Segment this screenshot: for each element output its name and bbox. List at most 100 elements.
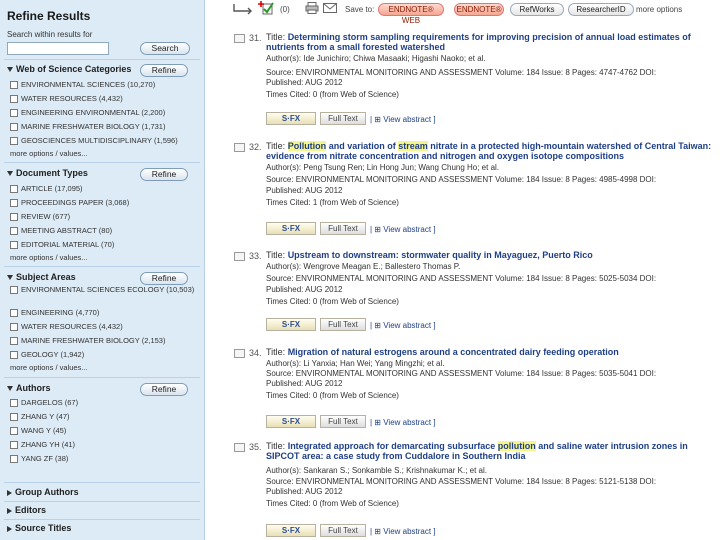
refworks-button[interactable]: RefWorks (510, 3, 564, 16)
section-header[interactable]: Source Titles (7, 523, 71, 533)
record-checkbox[interactable] (234, 252, 245, 261)
checkbox[interactable] (10, 323, 18, 332)
record-title[interactable]: Title: Upstream to downstream: stormwate… (266, 250, 720, 260)
record-times-cited: Times Cited: 1 (from Web of Science) (266, 198, 399, 207)
record-title[interactable]: Title: Integrated approach for demarcati… (266, 441, 720, 461)
filter-option[interactable]: EDITORIAL MATERIAL (70) (10, 240, 114, 250)
print-icon[interactable] (305, 2, 319, 17)
sfx-button[interactable]: S·FX (266, 112, 316, 125)
checkbox[interactable] (10, 227, 18, 236)
result-record: 33. Title: Upstream to downstream: storm… (232, 250, 720, 340)
checkbox[interactable] (10, 309, 18, 318)
checkbox[interactable] (10, 109, 18, 118)
record-title[interactable]: Title: Migration of natural estrogens ar… (266, 347, 720, 357)
checkbox[interactable] (10, 185, 18, 194)
filter-option[interactable]: GEOLOGY (1,942) (10, 350, 84, 360)
refine-button[interactable]: Refine (140, 272, 188, 285)
filter-option[interactable]: ZHANG YH (41) (10, 440, 75, 450)
checkbox[interactable] (10, 413, 18, 422)
full-text-button[interactable]: Full Text (320, 415, 366, 428)
full-text-button[interactable]: Full Text (320, 524, 366, 537)
endnote-button[interactable]: ENDNOTE® (454, 3, 504, 16)
divider (4, 162, 200, 163)
more-options-link[interactable]: more options / values... (10, 363, 88, 372)
search-button[interactable]: Search (140, 42, 190, 55)
sfx-button[interactable]: S·FX (266, 318, 316, 331)
email-icon[interactable] (323, 3, 337, 16)
select-arrow-icon[interactable] (232, 2, 254, 19)
filter-option[interactable]: ARTICLE (17,095) (10, 184, 83, 194)
filter-option[interactable]: ENGINEERING (4,770) (10, 308, 99, 318)
view-abstract-link[interactable]: | ⊞ View abstract ] (370, 527, 436, 536)
record-title[interactable]: Title: Pollution and variation of stream… (266, 141, 720, 161)
checkbox[interactable] (10, 427, 18, 436)
full-text-button[interactable]: Full Text (320, 222, 366, 235)
record-source: Source: ENVIRONMENTAL MONITORING AND ASS… (266, 68, 657, 77)
search-within-label: Search within results for (7, 30, 93, 39)
record-checkbox[interactable] (234, 349, 245, 358)
checkbox[interactable] (10, 351, 18, 360)
filter-option[interactable]: ENGINEERING ENVIRONMENTAL (2,200) (10, 108, 165, 118)
record-title[interactable]: Title: Determining storm sampling requir… (266, 32, 720, 52)
result-record: 35. Title: Integrated approach for demar… (232, 441, 720, 540)
full-text-button[interactable]: Full Text (320, 318, 366, 331)
checkbox[interactable] (10, 123, 18, 132)
more-options-link[interactable]: more options (636, 5, 682, 14)
filter-option[interactable]: YANG ZF (38) (10, 454, 68, 464)
section-header[interactable]: Group Authors (7, 487, 79, 497)
checkbox[interactable] (10, 81, 18, 90)
checkbox[interactable] (10, 337, 18, 346)
sfx-button[interactable]: S·FX (266, 415, 316, 428)
filter-option[interactable]: MARINE FRESHWATER BIOLOGY (1,731) (10, 122, 165, 132)
checkbox[interactable] (10, 241, 18, 250)
filter-option[interactable]: WANG Y (45) (10, 426, 66, 436)
checkbox[interactable] (10, 399, 18, 408)
filter-option[interactable]: MARINE FRESHWATER BIOLOGY (2,153) (10, 336, 165, 346)
filter-option[interactable]: DARGELOS (67) (10, 398, 78, 408)
sfx-button[interactable]: S·FX (266, 222, 316, 235)
record-checkbox[interactable] (234, 443, 245, 452)
filter-option[interactable]: ZHANG Y (47) (10, 412, 70, 422)
checkbox[interactable] (10, 441, 18, 450)
checkbox[interactable] (10, 286, 18, 295)
filter-option[interactable]: GEOSCIENCES MULTIDISCIPLINARY (1,596) (10, 136, 178, 146)
view-abstract-link[interactable]: | ⊞ View abstract ] (370, 321, 436, 330)
checkbox[interactable] (10, 455, 18, 464)
researcherid-button[interactable]: ResearcherID (568, 3, 634, 16)
search-within-input[interactable] (7, 42, 109, 55)
section-header[interactable]: Document Types (7, 168, 88, 178)
record-published: Published: AUG 2012 (266, 78, 343, 87)
checkbox[interactable] (10, 199, 18, 208)
filter-option[interactable]: WATER RESOURCES (4,432) (10, 94, 123, 104)
filter-option[interactable]: PROCEEDINGS PAPER (3,068) (10, 198, 129, 208)
record-checkbox[interactable] (234, 143, 245, 152)
refine-button[interactable]: Refine (140, 168, 188, 181)
filter-option[interactable]: MEETING ABSTRACT (80) (10, 226, 112, 236)
record-number: 33. (249, 251, 262, 261)
more-options-link[interactable]: more options / values... (10, 253, 88, 262)
divider (4, 482, 200, 483)
filter-option[interactable]: ENVIRONMENTAL SCIENCES (10,270) (10, 80, 155, 90)
checkbox[interactable] (10, 213, 18, 222)
endnote-web-button[interactable]: ENDNOTE® WEB (378, 3, 444, 25)
section-header[interactable]: Subject Areas (7, 272, 76, 282)
filter-option[interactable]: WATER RESOURCES (4,432) (10, 322, 123, 332)
full-text-button[interactable]: Full Text (320, 112, 366, 125)
refine-button[interactable]: Refine (140, 64, 188, 77)
view-abstract-link[interactable]: | ⊞ View abstract ] (370, 115, 436, 124)
checkbox[interactable] (10, 137, 18, 146)
section-header[interactable]: Web of Science Categories (7, 64, 131, 74)
view-abstract-link[interactable]: | ⊞ View abstract ] (370, 225, 436, 234)
section-header[interactable]: Editors (7, 505, 46, 515)
record-authors: Author(s): Li Yanxia; Han Wei; Yang Ming… (266, 359, 445, 368)
view-abstract-link[interactable]: | ⊞ View abstract ] (370, 418, 436, 427)
marked-list-icon[interactable] (258, 0, 278, 19)
more-options-link[interactable]: more options / values... (10, 149, 88, 158)
record-checkbox[interactable] (234, 34, 245, 43)
refine-button[interactable]: Refine (140, 383, 188, 396)
checkbox[interactable] (10, 95, 18, 104)
section-header[interactable]: Authors (7, 383, 51, 393)
filter-option[interactable]: REVIEW (677) (10, 212, 70, 222)
sfx-button[interactable]: S·FX (266, 524, 316, 537)
filter-option[interactable]: ENVIRONMENTAL SCIENCES ECOLOGY (10,503) (10, 285, 194, 295)
